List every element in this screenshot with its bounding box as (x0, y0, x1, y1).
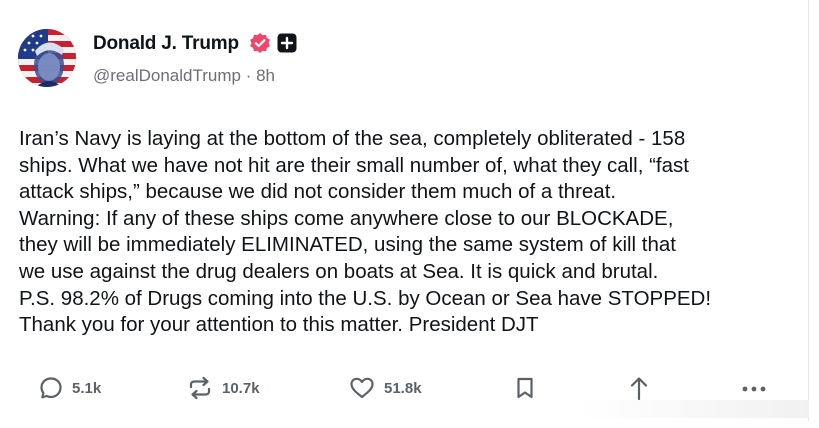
handle-line: @realDonaldTrump · 8h (93, 66, 275, 86)
bookmark-button[interactable] (513, 368, 537, 408)
verified-badge-icon (250, 33, 270, 53)
like-icon (350, 377, 374, 399)
plus-square-icon (277, 33, 297, 53)
like-count: 51.8k (384, 379, 422, 397)
avatar[interactable] (18, 29, 76, 87)
share-icon (630, 377, 648, 401)
like-button[interactable]: 51.8k (348, 368, 422, 408)
repost-count: 10.7k (222, 379, 260, 397)
post-card: Donald J. Trump @realDonaldTrump · 8h Ir… (0, 0, 809, 421)
post-text: Iran’s Navy is laying at the bottom of t… (19, 127, 712, 337)
post-time[interactable]: 8h (256, 66, 275, 85)
repost-icon (189, 376, 211, 400)
repost-button[interactable]: 10.7k (186, 368, 260, 408)
reply-icon (40, 377, 62, 399)
author-handle[interactable]: @realDonaldTrump (93, 66, 241, 85)
meta-separator: · (240, 66, 257, 85)
display-name[interactable]: Donald J. Trump (93, 33, 239, 55)
bookmark-icon (517, 377, 533, 399)
more-icon (742, 386, 766, 392)
fade-overlay (580, 400, 809, 418)
reply-count: 5.1k (72, 379, 102, 397)
reply-button[interactable]: 5.1k (38, 368, 101, 408)
